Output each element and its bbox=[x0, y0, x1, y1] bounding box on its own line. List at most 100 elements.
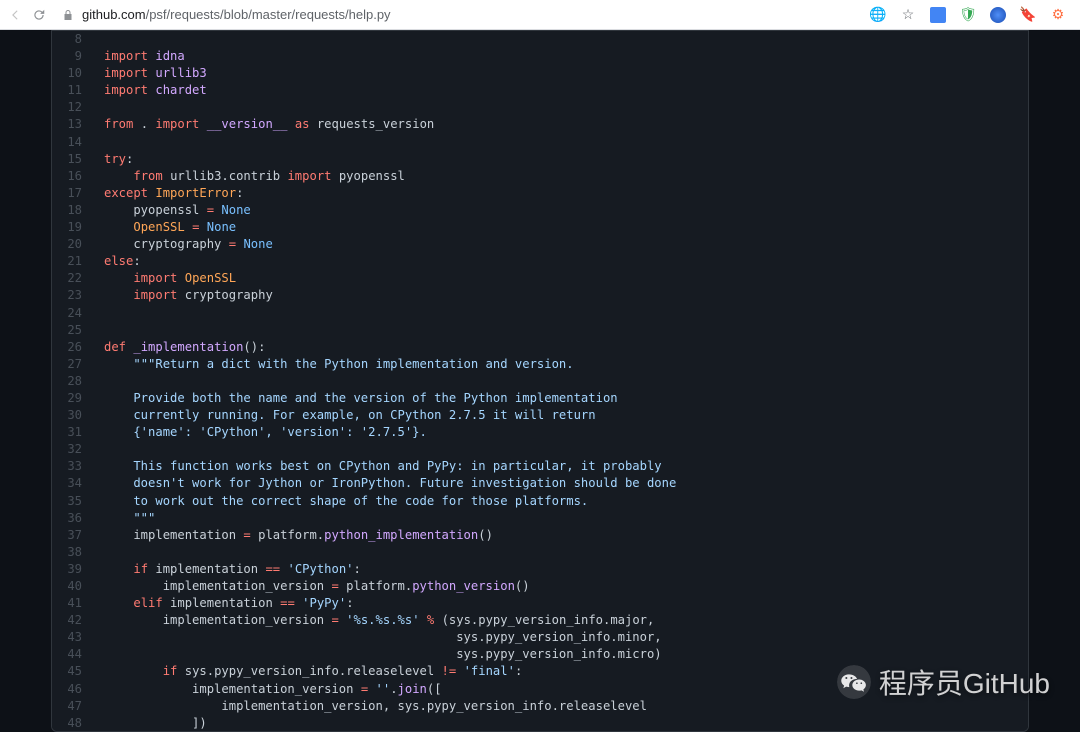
line-number[interactable]: 30 bbox=[52, 407, 94, 424]
line-content[interactable]: elif implementation == 'PyPy': bbox=[94, 595, 354, 612]
line-content[interactable]: else: bbox=[94, 253, 141, 270]
line-content[interactable]: import OpenSSL bbox=[94, 270, 236, 287]
line-content[interactable] bbox=[94, 99, 111, 116]
line-content[interactable]: eli implementation_version = '%s.%s.%s' … bbox=[94, 612, 654, 629]
code-line[interactable]: 10import urllib3 bbox=[52, 65, 1028, 82]
line-number[interactable]: 38 bbox=[52, 544, 94, 561]
line-content[interactable]: import urllib3 bbox=[94, 65, 207, 82]
code-line[interactable]: 31 {'name': 'CPython', 'version': '2.7.5… bbox=[52, 424, 1028, 441]
line-content[interactable]: {'name': 'CPython', 'version': '2.7.5'}. bbox=[94, 424, 427, 441]
line-content[interactable] bbox=[94, 305, 111, 322]
line-number[interactable]: 39 bbox=[52, 561, 94, 578]
code-line[interactable]: 27 """Return a dict with the Python impl… bbox=[52, 356, 1028, 373]
code-line[interactable]: 32 bbox=[52, 441, 1028, 458]
line-content[interactable] bbox=[94, 544, 111, 561]
code-line[interactable]: 15try: bbox=[52, 151, 1028, 168]
code-line[interactable]: 39 if implementation == 'CPython': bbox=[52, 561, 1028, 578]
line-number[interactable]: 11 bbox=[52, 82, 94, 99]
line-number[interactable]: 25 bbox=[52, 322, 94, 339]
line-content[interactable]: """Return a dict with the Python impleme… bbox=[94, 356, 574, 373]
code-line[interactable]: 23 import cryptography bbox=[52, 287, 1028, 304]
line-content[interactable] bbox=[94, 134, 111, 151]
code-line[interactable]: 21else: bbox=[52, 253, 1028, 270]
code-line[interactable]: 48 ]) bbox=[52, 715, 1028, 732]
line-number[interactable]: 47 bbox=[52, 698, 94, 715]
line-number[interactable]: 8 bbox=[52, 31, 94, 48]
line-content[interactable]: if implementation == 'CPython': bbox=[94, 561, 361, 578]
line-content[interactable]: if sys.pypy_version_info.releaselevel !=… bbox=[94, 663, 522, 680]
translate-icon[interactable]: 🌐 bbox=[870, 7, 886, 23]
code-line[interactable]: 25 bbox=[52, 322, 1028, 339]
line-content[interactable]: def _implementation(): bbox=[94, 339, 265, 356]
line-content[interactable]: """ bbox=[94, 510, 155, 527]
line-number[interactable]: 27 bbox=[52, 356, 94, 373]
line-number[interactable]: 43 bbox=[52, 629, 94, 646]
star-icon[interactable]: ☆ bbox=[900, 7, 916, 23]
line-number[interactable]: 22 bbox=[52, 270, 94, 287]
code-line[interactable]: 19 OpenSSL = None bbox=[52, 219, 1028, 236]
line-number[interactable]: 26 bbox=[52, 339, 94, 356]
line-content[interactable]: doesn't work for Jython or IronPython. F… bbox=[94, 475, 676, 492]
line-number[interactable]: 10 bbox=[52, 65, 94, 82]
code-line[interactable]: 8 bbox=[52, 31, 1028, 48]
code-line[interactable]: 9import idna bbox=[52, 48, 1028, 65]
line-content[interactable]: OpenSSL = None bbox=[94, 219, 236, 236]
line-content[interactable]: import cryptography bbox=[94, 287, 273, 304]
line-content[interactable]: implementation_version = platform.python… bbox=[94, 578, 530, 595]
line-number[interactable]: 16 bbox=[52, 168, 94, 185]
code-line[interactable]: 20 cryptography = None bbox=[52, 236, 1028, 253]
line-number[interactable]: 44 bbox=[52, 646, 94, 663]
code-viewer[interactable]: 8 9import idna10import urllib311 import c… bbox=[51, 30, 1029, 732]
line-number[interactable]: 23 bbox=[52, 287, 94, 304]
bookmark-icon[interactable]: 🔖 bbox=[1020, 7, 1036, 23]
line-content[interactable]: currently running. For example, on CPyth… bbox=[94, 407, 596, 424]
line-number[interactable]: 40 bbox=[52, 578, 94, 595]
line-content[interactable] bbox=[94, 31, 111, 48]
line-number[interactable]: 13 bbox=[52, 116, 94, 133]
line-number[interactable]: 31 bbox=[52, 424, 94, 441]
code-line[interactable]: 40 implementation_version = platform.pyt… bbox=[52, 578, 1028, 595]
line-content[interactable]: ]) bbox=[94, 715, 207, 732]
line-number[interactable]: 29 bbox=[52, 390, 94, 407]
line-number[interactable]: 37 bbox=[52, 527, 94, 544]
code-line[interactable]: 16 from urllib3.contrib import pyopenssl bbox=[52, 168, 1028, 185]
code-line[interactable]: 44 sys.pypy_version_info.micro) bbox=[52, 646, 1028, 663]
back-icon[interactable] bbox=[8, 8, 22, 22]
google-translate-icon[interactable] bbox=[930, 7, 946, 23]
line-number[interactable]: 20 bbox=[52, 236, 94, 253]
line-content[interactable]: Provide both the name and the version of… bbox=[94, 390, 618, 407]
line-number[interactable]: 28 bbox=[52, 373, 94, 390]
line-number[interactable]: 17 bbox=[52, 185, 94, 202]
code-line[interactable]: 12 bbox=[52, 99, 1028, 116]
line-number[interactable]: 46 bbox=[52, 681, 94, 698]
url-bar[interactable]: github.com/psf/requests/blob/master/requ… bbox=[56, 7, 860, 22]
line-number[interactable]: 34 bbox=[52, 475, 94, 492]
code-line[interactable]: 28 bbox=[52, 373, 1028, 390]
line-content[interactable]: This function works best on CPython and … bbox=[94, 458, 662, 475]
line-number[interactable]: 24 bbox=[52, 305, 94, 322]
code-line[interactable]: 35 to work out the correct shape of the … bbox=[52, 493, 1028, 510]
code-line[interactable]: 29 Provide both the name and the version… bbox=[52, 390, 1028, 407]
code-line[interactable]: 22 import OpenSSL bbox=[52, 270, 1028, 287]
code-line[interactable]: 17except ImportError: bbox=[52, 185, 1028, 202]
code-line[interactable]: 34 doesn't work for Jython or IronPython… bbox=[52, 475, 1028, 492]
line-number[interactable]: 9 bbox=[52, 48, 94, 65]
code-line[interactable]: 36 """ bbox=[52, 510, 1028, 527]
refresh-icon[interactable] bbox=[32, 8, 46, 22]
line-number[interactable]: 32 bbox=[52, 441, 94, 458]
code-line[interactable]: 38 bbox=[52, 544, 1028, 561]
line-number[interactable]: 14 bbox=[52, 134, 94, 151]
line-number[interactable]: 15 bbox=[52, 151, 94, 168]
code-line[interactable]: 13from . import __version__ as requests_… bbox=[52, 116, 1028, 133]
code-line[interactable]: 41 elif implementation == 'PyPy': bbox=[52, 595, 1028, 612]
code-line[interactable]: 42 eli implementation_version = '%s.%s.%… bbox=[52, 612, 1028, 629]
line-content[interactable]: except ImportError: bbox=[94, 185, 243, 202]
line-content[interactable]: import idna bbox=[94, 48, 185, 65]
firefox-icon[interactable] bbox=[990, 7, 1006, 23]
line-number[interactable]: 19 bbox=[52, 219, 94, 236]
line-number[interactable]: 33 bbox=[52, 458, 94, 475]
line-content[interactable]: from . import __version__ as requests_ve… bbox=[94, 116, 434, 133]
line-number[interactable]: 36 bbox=[52, 510, 94, 527]
line-content[interactable]: try: bbox=[94, 151, 133, 168]
line-number[interactable]: 42 bbox=[52, 612, 94, 629]
